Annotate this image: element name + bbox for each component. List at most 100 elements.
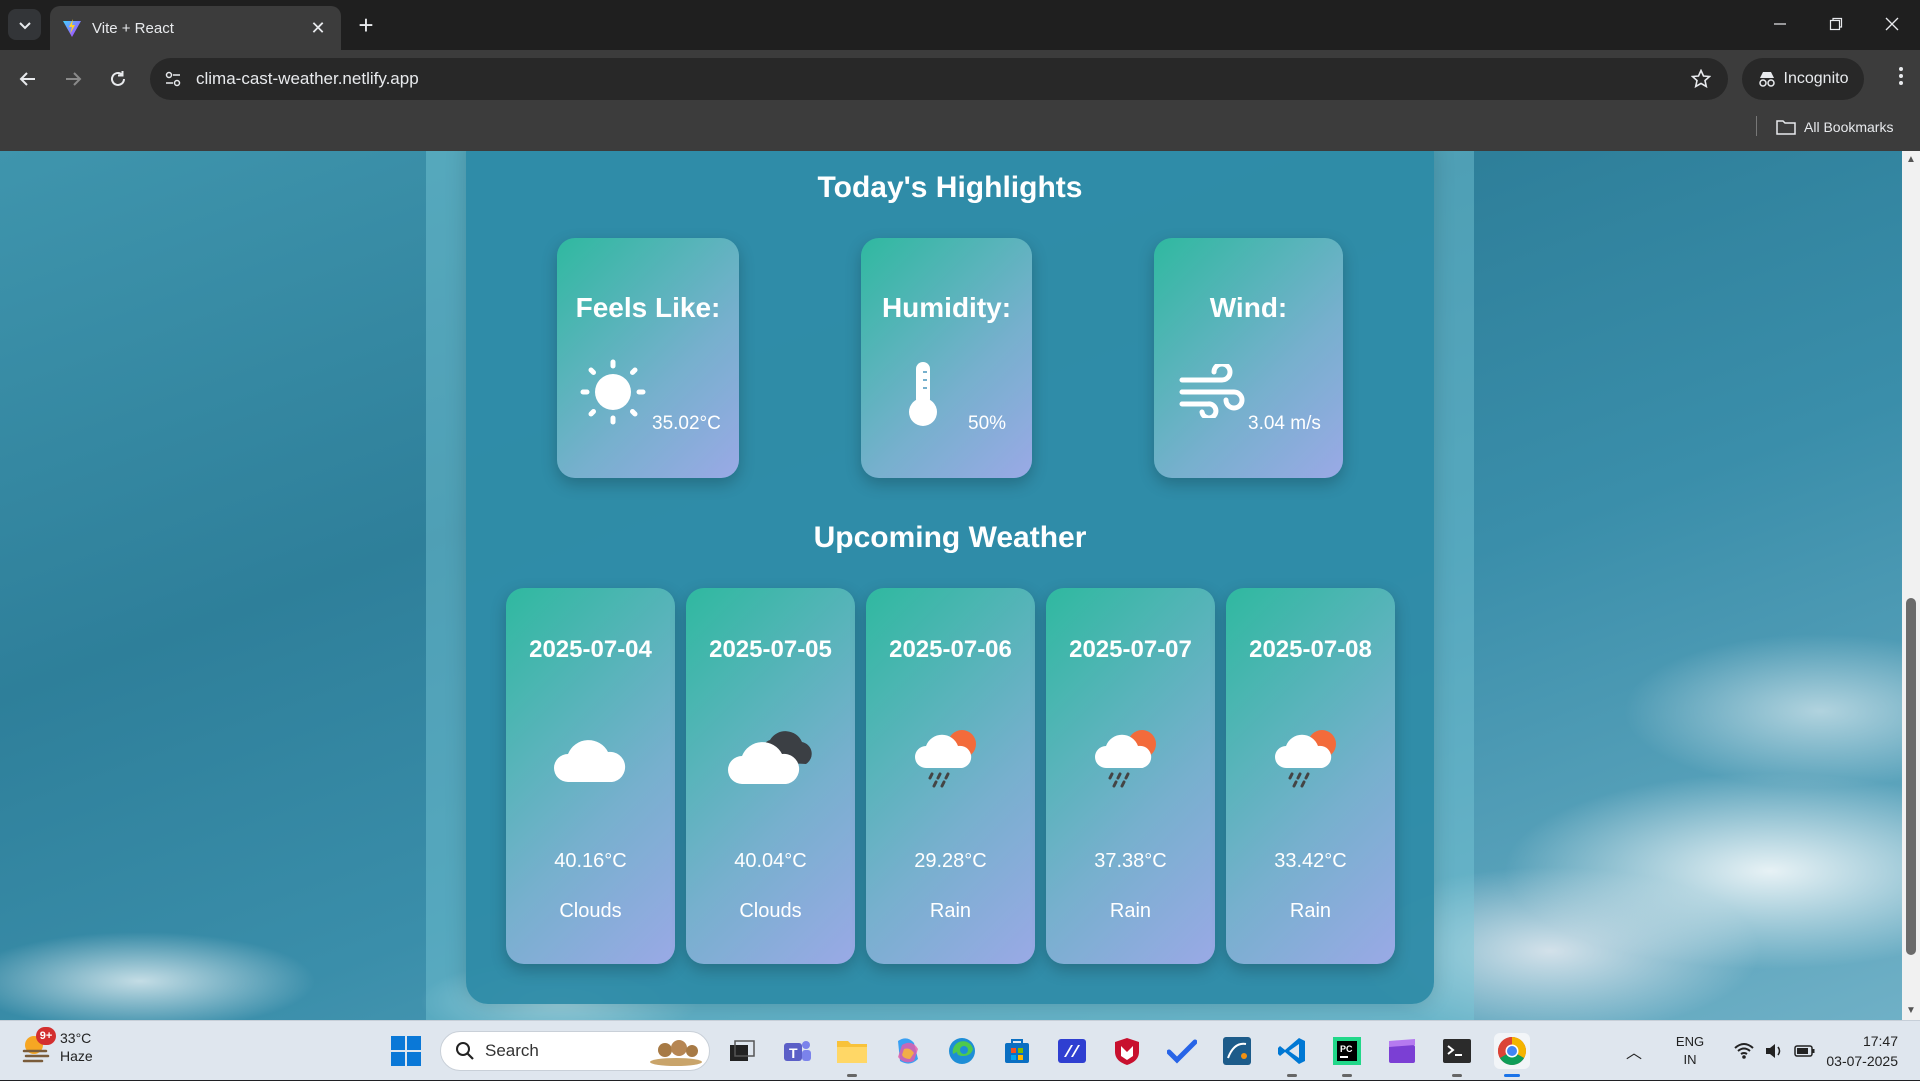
wind-icon <box>1179 364 1245 418</box>
forecast-temp: 40.04°C <box>734 850 807 872</box>
lang-code: ENG <box>1675 1034 1705 1049</box>
humidity-value: 50% <box>968 413 1007 434</box>
forecast-condition: Clouds <box>739 900 802 922</box>
close-tab-icon[interactable]: ✕ <box>307 18 329 39</box>
wind-value: 3.04 m/s <box>1248 413 1321 434</box>
clapper-icon[interactable] <box>1384 1033 1420 1069</box>
scroll-up-icon[interactable]: ▲ <box>1906 155 1916 165</box>
forecast-date: 2025-07-06 <box>889 636 1012 663</box>
search-icon <box>456 1042 474 1060</box>
all-bookmarks-label: All Bookmarks <box>1804 119 1894 135</box>
scroll-thumb[interactable] <box>1906 598 1916 955</box>
sun-rain-icon <box>1275 730 1336 788</box>
cloud-icon <box>554 740 626 782</box>
scroll-down-icon[interactable]: ▼ <box>1906 1006 1916 1016</box>
task-view-icon[interactable] <box>724 1033 760 1069</box>
address-bar[interactable]: clima-cast-weather.netlify.app <box>150 58 1728 100</box>
card-label: Feels Like: <box>575 292 721 323</box>
reload-icon[interactable] <box>105 66 131 92</box>
forecast-date: 2025-07-05 <box>709 636 832 663</box>
mcafee-icon[interactable] <box>1109 1033 1145 1069</box>
forecast-temp: 29.28°C <box>914 850 987 872</box>
vscode-icon[interactable] <box>1274 1033 1310 1077</box>
forecast-date: 2025-07-07 <box>1069 636 1192 663</box>
windows-start-icon[interactable] <box>390 1035 422 1067</box>
highlights-title: Today's Highlights <box>817 171 1083 204</box>
page-viewport: Today's Highlights Feels Like: 35.02°C H… <box>0 151 1902 1020</box>
notification-badge: 9+ <box>36 1027 56 1045</box>
clock[interactable]: 17:47 03-07-2025 <box>1814 1031 1898 1071</box>
forecast-condition: Rain <box>1109 900 1152 922</box>
pycharm-icon[interactable]: PC <box>1329 1033 1365 1077</box>
taskbar-search[interactable]: Search <box>440 1031 710 1071</box>
more-menu-icon[interactable] <box>1898 66 1904 91</box>
back-icon[interactable] <box>15 66 41 92</box>
minimize-icon[interactable] <box>1752 0 1808 48</box>
wifi-icon[interactable] <box>1734 1042 1754 1060</box>
search-placeholder: Search <box>485 1041 539 1060</box>
system-tray: ︿ ENG IN <box>1618 1021 1816 1081</box>
chevron-up-icon[interactable]: ︿ <box>1618 1039 1650 1063</box>
close-window-icon[interactable] <box>1864 0 1920 48</box>
upcoming-title: Upcoming Weather <box>813 521 1087 554</box>
forecast-temp: 33.42°C <box>1274 850 1347 872</box>
svg-text:PC: PC <box>1340 1044 1353 1054</box>
vite-icon <box>63 19 81 37</box>
forecast-temp: 37.38°C <box>1094 850 1167 872</box>
card-label: Humidity: <box>881 292 1012 323</box>
region-code: IN <box>1683 1052 1697 1067</box>
card-label: Wind: <box>1209 292 1288 323</box>
thermometer-icon <box>909 362 937 426</box>
forward-icon[interactable] <box>60 66 86 92</box>
clock-time: 17:47 <box>1862 1033 1898 1049</box>
weather-desc: Haze <box>60 1048 93 1064</box>
dark-clouds-icon <box>728 731 812 784</box>
bookmarks-divider <box>1756 116 1757 136</box>
battery-icon[interactable] <box>1794 1042 1816 1060</box>
teams-icon[interactable]: T <box>779 1033 815 1069</box>
clock-date: 03-07-2025 <box>1826 1053 1898 1069</box>
restore-icon[interactable] <box>1808 0 1864 48</box>
forecast-card: 2025-07-08 33.42°C Rain <box>1226 588 1395 964</box>
bookmark-star-icon[interactable] <box>1684 62 1718 96</box>
forecast-condition: Clouds <box>559 900 622 922</box>
chevron-down-icon <box>18 21 31 29</box>
url-text: clima-cast-weather.netlify.app <box>196 69 419 88</box>
all-bookmarks-button[interactable]: All Bookmarks <box>1776 114 1893 140</box>
humidity-card: Humidity: 50% <box>861 238 1032 478</box>
chrome-icon[interactable] <box>1494 1033 1530 1077</box>
incognito-icon <box>1758 72 1775 87</box>
tab-strip: Vite + React ✕ + <box>0 0 1920 50</box>
weather-widget[interactable]: 9+ 33°C Haze <box>20 1027 93 1065</box>
forecast-date: 2025-07-08 <box>1249 636 1372 663</box>
mysql-workbench-icon[interactable] <box>1219 1033 1255 1069</box>
forecast-date: 2025-07-04 <box>529 636 652 663</box>
new-tab-button[interactable]: + <box>352 12 380 40</box>
site-info-icon[interactable] <box>156 62 190 96</box>
weather-temp: 33°C <box>60 1030 92 1046</box>
forecast-condition: Rain <box>1289 900 1332 922</box>
haze-icon: 9+ <box>20 1027 56 1063</box>
wind-card: Wind: 3.04 m/s <box>1154 238 1343 478</box>
incognito-button[interactable]: Incognito <box>1742 58 1864 100</box>
sun-rain-icon <box>1095 730 1156 788</box>
language-indicator[interactable]: ENG IN <box>1660 1033 1720 1069</box>
file-explorer-icon[interactable] <box>834 1033 870 1077</box>
volume-icon[interactable] <box>1764 1042 1784 1060</box>
store-icon[interactable] <box>999 1033 1035 1069</box>
forecast-condition: Rain <box>929 900 972 922</box>
incognito-label: Incognito <box>1783 70 1849 87</box>
app-icon[interactable] <box>1054 1033 1090 1069</box>
forecast-card: 2025-07-05 40.04°C Clouds <box>686 588 855 964</box>
tab-title: Vite + React <box>92 19 174 37</box>
folder-icon <box>1776 120 1796 135</box>
page-scrollbar[interactable]: ▲ ▼ <box>1902 151 1920 1020</box>
terminal-icon[interactable] <box>1439 1033 1475 1077</box>
feels-like-value: 35.02°C <box>652 413 721 434</box>
todo-icon[interactable] <box>1164 1033 1200 1069</box>
edge-icon[interactable] <box>944 1033 980 1069</box>
forecast-temp: 40.16°C <box>554 850 627 872</box>
copilot-icon[interactable] <box>889 1033 925 1069</box>
tab-search-button[interactable] <box>8 9 41 40</box>
browser-tab[interactable]: Vite + React ✕ <box>50 6 341 50</box>
